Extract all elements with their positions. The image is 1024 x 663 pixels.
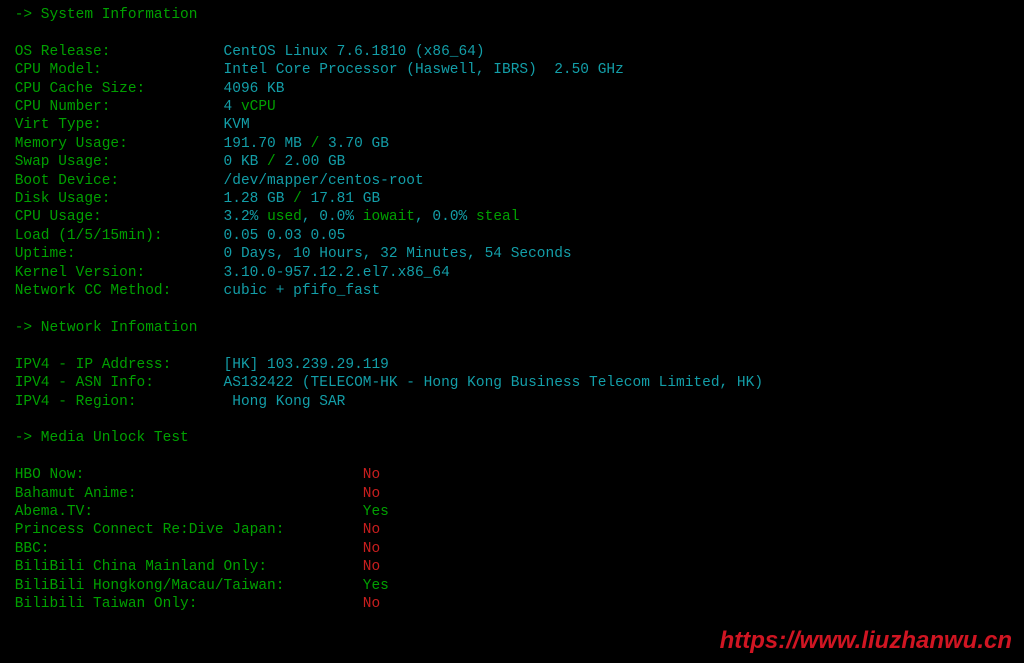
terminal-line: CPU Number: 4 vCPU bbox=[6, 98, 1024, 116]
terminal-line: BiliBili China Mainland Only: No bbox=[6, 558, 1024, 576]
terminal-line: HBO Now: No bbox=[6, 466, 1024, 484]
terminal-line: Uptime: 0 Days, 10 Hours, 32 Minutes, 54… bbox=[6, 245, 1024, 263]
terminal-output: -> System Information OS Release: CentOS… bbox=[0, 0, 1024, 613]
terminal-line: Memory Usage: 191.70 MB / 3.70 GB bbox=[6, 135, 1024, 153]
terminal-line: CPU Usage: 3.2% used, 0.0% iowait, 0.0% … bbox=[6, 208, 1024, 226]
terminal-line: Virt Type: KVM bbox=[6, 116, 1024, 134]
terminal-line: Bahamut Anime: No bbox=[6, 485, 1024, 503]
terminal-line: Swap Usage: 0 KB / 2.00 GB bbox=[6, 153, 1024, 171]
terminal-line: CPU Model: Intel Core Processor (Haswell… bbox=[6, 61, 1024, 79]
terminal-line: BBC: No bbox=[6, 540, 1024, 558]
terminal-line bbox=[6, 24, 1024, 42]
terminal-line bbox=[6, 411, 1024, 429]
terminal-line: OS Release: CentOS Linux 7.6.1810 (x86_6… bbox=[6, 43, 1024, 61]
terminal-line: Abema.TV: Yes bbox=[6, 503, 1024, 521]
terminal-line: Kernel Version: 3.10.0-957.12.2.el7.x86_… bbox=[6, 264, 1024, 282]
terminal-line: Boot Device: /dev/mapper/centos-root bbox=[6, 172, 1024, 190]
terminal-line: -> System Information bbox=[6, 6, 1024, 24]
terminal-line bbox=[6, 337, 1024, 355]
terminal-line: Disk Usage: 1.28 GB / 17.81 GB bbox=[6, 190, 1024, 208]
terminal-line: IPV4 - ASN Info: AS132422 (TELECOM-HK - … bbox=[6, 374, 1024, 392]
terminal-line: IPV4 - IP Address: [HK] 103.239.29.119 bbox=[6, 356, 1024, 374]
terminal-line: -> Media Unlock Test bbox=[6, 429, 1024, 447]
terminal-line: IPV4 - Region: Hong Kong SAR bbox=[6, 393, 1024, 411]
terminal-line: -> Network Infomation bbox=[6, 319, 1024, 337]
terminal-line: Princess Connect Re:Dive Japan: No bbox=[6, 521, 1024, 539]
terminal-line bbox=[6, 448, 1024, 466]
terminal-line: Network CC Method: cubic + pfifo_fast bbox=[6, 282, 1024, 300]
terminal-line: Bilibili Taiwan Only: No bbox=[6, 595, 1024, 613]
terminal-line: CPU Cache Size: 4096 KB bbox=[6, 80, 1024, 98]
watermark: https://www.liuzhanwu.cn bbox=[720, 627, 1012, 655]
terminal-line bbox=[6, 301, 1024, 319]
terminal-line: Load (1/5/15min): 0.05 0.03 0.05 bbox=[6, 227, 1024, 245]
terminal-line: BiliBili Hongkong/Macau/Taiwan: Yes bbox=[6, 577, 1024, 595]
